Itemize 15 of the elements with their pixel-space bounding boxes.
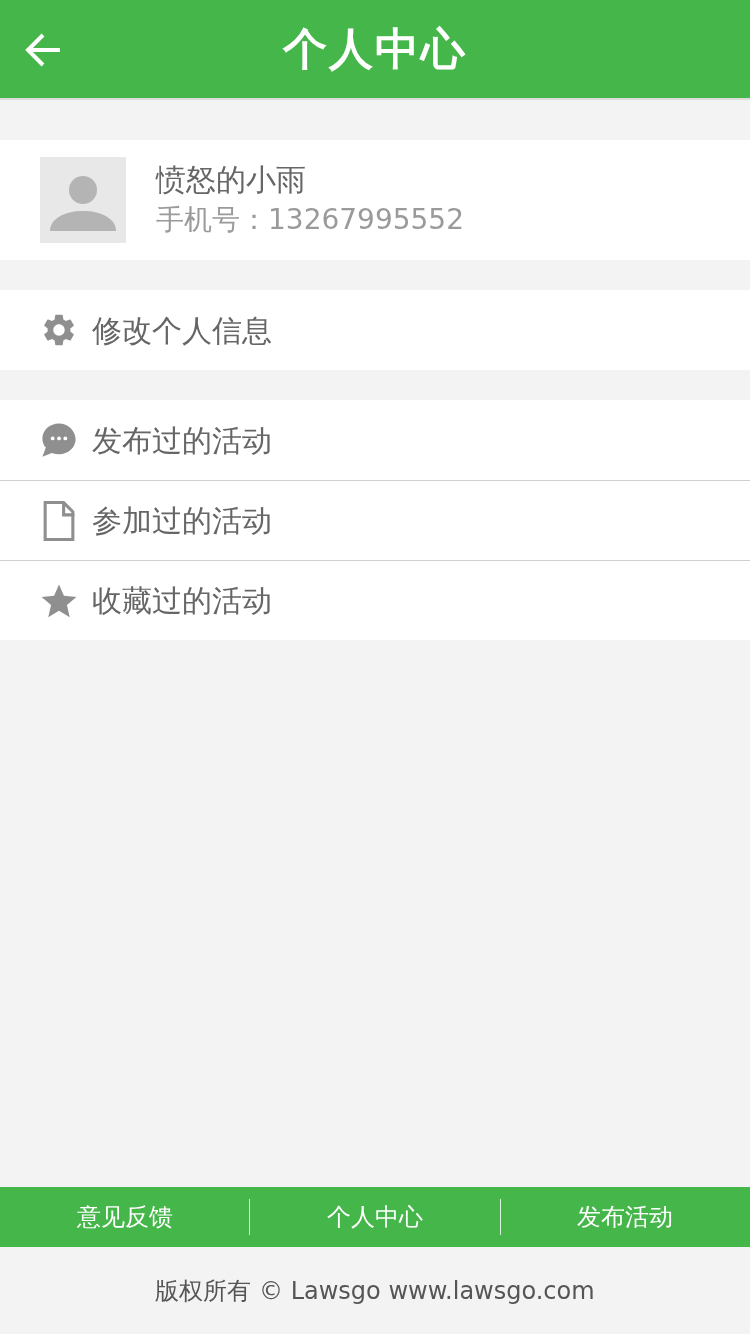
copyright-text: 版权所有 © Lawsgo www.lawsgo.com bbox=[155, 1275, 595, 1307]
menu-item[interactable]: 修改个人信息 bbox=[0, 290, 750, 370]
page-title: 个人中心 bbox=[283, 22, 467, 76]
menu-label: 修改个人信息 bbox=[92, 311, 272, 350]
menu-label: 参加过的活动 bbox=[92, 502, 272, 540]
menu-item[interactable]: 参加过的活动 bbox=[0, 480, 750, 560]
menu-label: 收藏过的活动 bbox=[92, 582, 272, 620]
avatar-icon bbox=[40, 157, 126, 243]
phone-number: 手机号：13267995552 bbox=[156, 202, 464, 238]
menu-item[interactable]: 收藏过的活动 bbox=[0, 560, 750, 640]
back-arrow-icon[interactable] bbox=[24, 31, 62, 69]
chat-bubble-icon bbox=[40, 421, 78, 459]
user-name: 愤怒的小雨 bbox=[156, 161, 307, 199]
menu-item[interactable]: 发布过的活动 bbox=[0, 400, 750, 480]
menu-label: 发布过的活动 bbox=[92, 421, 272, 460]
